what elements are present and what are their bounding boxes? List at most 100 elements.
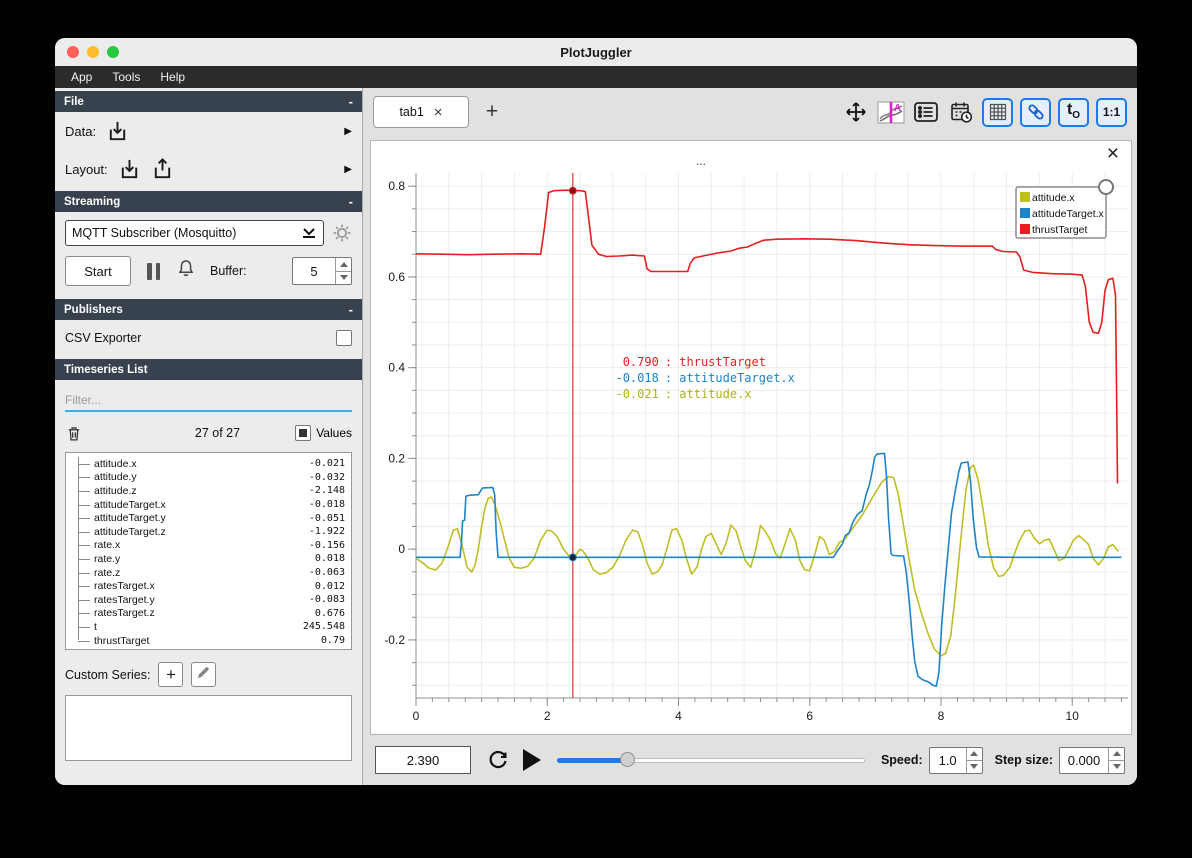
menu-help[interactable]: Help xyxy=(152,68,193,86)
publishers-section-header[interactable]: Publishers - xyxy=(55,299,362,320)
series-attitudeTarget.x[interactable] xyxy=(416,452,1122,688)
timeseries-section-header[interactable]: Timeseries List xyxy=(55,359,362,380)
add-custom-series-button[interactable]: + xyxy=(158,662,184,687)
timeseries-row[interactable]: attitude.y -0.032 xyxy=(68,471,345,485)
buffer-increment-button[interactable] xyxy=(336,258,351,272)
timeseries-name[interactable]: rate.y xyxy=(94,553,315,565)
step-decrement-button[interactable] xyxy=(1109,761,1124,773)
filter-input[interactable] xyxy=(65,390,352,412)
timeseries-name[interactable]: rate.z xyxy=(94,567,309,579)
collapse-icon[interactable]: - xyxy=(349,302,353,317)
grid-icon[interactable] xyxy=(982,97,1013,127)
timeseries-row[interactable]: t 245.548 xyxy=(68,620,345,634)
move-icon[interactable] xyxy=(842,99,870,125)
timeseries-value: -2.148 xyxy=(308,485,345,497)
tab-tab1[interactable]: tab1 × xyxy=(373,96,469,128)
start-streaming-button[interactable]: Start xyxy=(65,256,131,286)
legend[interactable]: attitude.x attitudeTarget.x thrustTarget xyxy=(1015,179,1114,239)
y-tick-label: 0.2 xyxy=(388,451,405,465)
load-data-icon[interactable] xyxy=(106,120,129,143)
streaming-source-select[interactable]: MQTT Subscriber (Mosquitto) xyxy=(65,220,324,246)
collapse-icon[interactable]: - xyxy=(349,194,353,209)
speed-spinbox[interactable]: 1.0 xyxy=(928,746,983,774)
data-expand-arrow[interactable]: ▶ xyxy=(344,126,352,137)
playback-slider[interactable] xyxy=(557,752,865,768)
link-icon[interactable] xyxy=(1020,97,1051,127)
timeseries-row[interactable]: ratesTarget.x 0.012 xyxy=(68,579,345,593)
speed-label: Speed: xyxy=(880,753,923,767)
timeseries-row[interactable]: thrustTarget 0.79 xyxy=(68,634,345,648)
legend-label[interactable]: thrustTarget xyxy=(1032,224,1088,236)
timeseries-row[interactable]: rate.z -0.063 xyxy=(68,566,345,580)
timeseries-row[interactable]: attitudeTarget.x -0.018 xyxy=(68,498,345,512)
play-button[interactable] xyxy=(523,749,541,771)
timeseries-name[interactable]: attitudeTarget.y xyxy=(94,512,309,524)
series-thrustTarget[interactable] xyxy=(415,189,1119,484)
timeseries-row[interactable]: ratesTarget.z 0.676 xyxy=(68,607,345,621)
timeseries-row[interactable]: attitude.x -0.021 xyxy=(68,457,345,471)
timeseries-name[interactable]: ratesTarget.z xyxy=(94,607,315,619)
curve-tracker-icon[interactable]: A xyxy=(877,99,905,125)
edit-custom-series-button[interactable] xyxy=(191,662,217,687)
playback-time-field[interactable]: 2.390 xyxy=(375,746,471,774)
load-layout-icon[interactable] xyxy=(118,158,141,181)
list-icon[interactable] xyxy=(912,99,940,125)
ratio-icon[interactable]: 1:1 xyxy=(1096,97,1127,127)
step-increment-button[interactable] xyxy=(1109,748,1124,761)
timeseries-name[interactable]: attitudeTarget.z xyxy=(94,526,309,538)
custom-series-list[interactable] xyxy=(65,695,352,761)
timeseries-name[interactable]: ratesTarget.x xyxy=(94,580,315,592)
save-layout-icon[interactable] xyxy=(151,157,174,181)
layout-expand-arrow[interactable]: ▶ xyxy=(344,164,352,175)
legend-collapse-handle[interactable] xyxy=(1098,179,1114,195)
buffer-decrement-button[interactable] xyxy=(336,272,351,285)
file-section-header[interactable]: File - xyxy=(55,91,362,112)
slider-handle[interactable] xyxy=(619,752,635,767)
notifications-bell-icon[interactable] xyxy=(176,258,196,284)
timeseries-name[interactable]: rate.x xyxy=(94,539,309,551)
values-checkbox[interactable] xyxy=(295,425,312,441)
collapse-icon[interactable]: - xyxy=(349,94,353,109)
timeseries-list[interactable]: attitude.x -0.021 attitude.y -0.032 attitude… xyxy=(65,452,352,650)
t0-icon[interactable]: tO xyxy=(1058,97,1089,127)
chart-canvas[interactable]: 0 2 4 6 8 10 -0.2 0 0.2 0.4 0.6 0.8... 0.790: thrust… xyxy=(371,141,1133,736)
legend-label[interactable]: attitude.x xyxy=(1032,192,1075,204)
streaming-settings-gear-icon[interactable] xyxy=(332,223,352,243)
timeseries-row[interactable]: attitudeTarget.y -0.051 xyxy=(68,511,345,525)
timeseries-name[interactable]: thrustTarget xyxy=(94,635,321,647)
menu-tools[interactable]: Tools xyxy=(104,68,148,86)
plot-close-icon[interactable]: × xyxy=(1107,143,1119,164)
legend-label[interactable]: attitudeTarget.x xyxy=(1032,208,1105,220)
timeseries-row[interactable]: rate.y 0.018 xyxy=(68,552,345,566)
speed-increment-button[interactable] xyxy=(966,748,982,761)
plot-widget[interactable]: 0 2 4 6 8 10 -0.2 0 0.2 0.4 0.6 0.8... 0.790: thrust… xyxy=(370,140,1132,735)
timeseries-value: 0.012 xyxy=(314,580,345,592)
buffer-spinbox[interactable]: 5 xyxy=(292,257,352,285)
timeseries-name[interactable]: attitude.x xyxy=(94,458,309,470)
speed-decrement-button[interactable] xyxy=(967,761,982,773)
menu-app[interactable]: App xyxy=(63,68,100,86)
csv-exporter-checkbox[interactable] xyxy=(336,330,352,346)
timeseries-name[interactable]: attitude.y xyxy=(94,471,309,483)
trash-icon[interactable] xyxy=(65,424,83,443)
pause-icon[interactable] xyxy=(147,262,160,280)
tracker-readout-label: : attitude.x xyxy=(665,387,752,401)
step-size-spinbox[interactable]: 0.000 xyxy=(1059,746,1125,774)
x-tick-label: 2 xyxy=(544,709,551,723)
series-attitude.x[interactable] xyxy=(415,464,1119,657)
tab-close-icon[interactable]: × xyxy=(434,104,443,121)
x-tick-label: 6 xyxy=(806,709,813,723)
streaming-section-header[interactable]: Streaming - xyxy=(55,191,362,212)
chevron-down-icon xyxy=(301,225,317,242)
new-tab-button[interactable]: + xyxy=(477,97,507,127)
loop-icon[interactable] xyxy=(485,748,511,772)
timeseries-name[interactable]: t xyxy=(94,621,303,633)
timeseries-row[interactable]: ratesTarget.y -0.083 xyxy=(68,593,345,607)
timeseries-name[interactable]: ratesTarget.y xyxy=(94,594,309,606)
timeseries-row[interactable]: rate.x -0.156 xyxy=(68,539,345,553)
timeseries-row[interactable]: attitude.z -2.148 xyxy=(68,484,345,498)
timeseries-row[interactable]: attitudeTarget.z -1.922 xyxy=(68,525,345,539)
timeseries-name[interactable]: attitude.z xyxy=(94,485,309,497)
timeseries-name[interactable]: attitudeTarget.x xyxy=(94,499,309,511)
datetime-icon[interactable] xyxy=(947,99,975,125)
